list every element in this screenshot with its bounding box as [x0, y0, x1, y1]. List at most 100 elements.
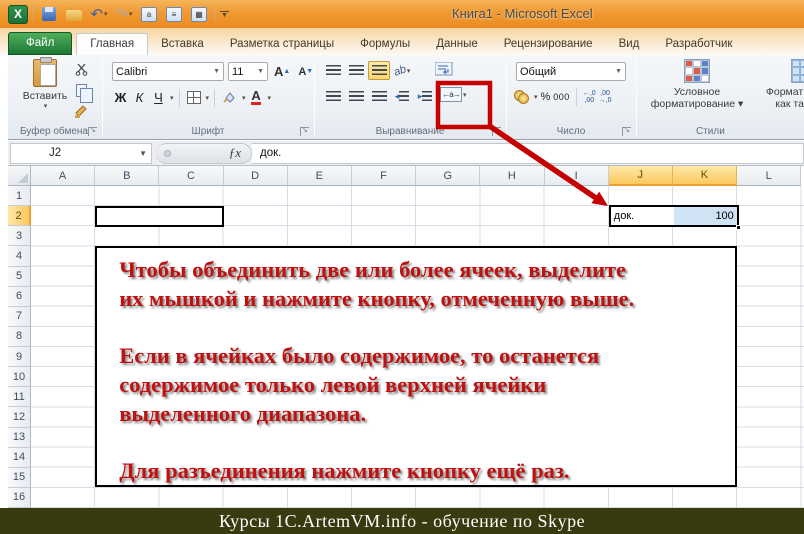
increase-indent-button[interactable]: ▸ — [414, 87, 436, 106]
excel-logo-icon[interactable]: X — [8, 4, 28, 24]
align-bottom-button[interactable] — [368, 61, 390, 80]
number-format-combo[interactable]: Общий ▼ — [516, 62, 626, 81]
percent-style-button[interactable]: % — [541, 91, 551, 103]
borders-button[interactable] — [185, 88, 203, 107]
shrink-font-button[interactable]: A ▼ — [296, 62, 315, 81]
row-header-10[interactable]: 10 — [8, 367, 31, 388]
decrease-indent-button[interactable]: ◂ — [391, 87, 413, 106]
accounting-format-icon[interactable] — [514, 90, 530, 104]
insert-function-button[interactable]: ƒx — [229, 145, 241, 161]
save-button[interactable] — [39, 5, 59, 24]
column-header-B[interactable]: B — [95, 166, 160, 186]
column-header-G[interactable]: G — [416, 166, 481, 186]
row-header-16[interactable]: 16 — [8, 487, 31, 508]
fill-color-button[interactable] — [220, 88, 239, 107]
fill-color-dropdown-icon[interactable]: ▾ — [242, 94, 246, 102]
font-size-combo[interactable]: 11 ▼ — [228, 62, 268, 81]
font-color-dropdown-icon[interactable]: ▾ — [268, 94, 272, 102]
row-header-4[interactable]: 4 — [8, 246, 31, 267]
qat-custom-button-1[interactable]: a — [139, 5, 159, 24]
align-middle-button[interactable] — [345, 61, 367, 80]
tab-page-layout[interactable]: Разметка страницы — [217, 34, 347, 55]
merge-center-button[interactable]: ←a→ ▾ — [440, 87, 467, 102]
row-header-9[interactable]: 9 — [8, 347, 31, 368]
cell-k2[interactable]: 100 — [673, 207, 737, 226]
align-center-button[interactable] — [345, 87, 367, 106]
column-header-K[interactable]: K — [672, 166, 738, 186]
qat-customize-button[interactable]: ▼ — [220, 10, 229, 19]
font-dialog-launcher[interactable] — [300, 126, 309, 136]
orientation-button[interactable]: ab ▾ — [391, 61, 413, 80]
cell-grid[interactable]: Чтобы объединить две или более ячеек, вы… — [31, 186, 804, 508]
row-header-11[interactable]: 11 — [8, 387, 31, 408]
align-top-button[interactable] — [322, 61, 344, 80]
decrease-decimal-button[interactable]: ,00 →,0 — [599, 90, 612, 104]
selection-j2-k2[interactable]: док. 100 — [608, 205, 739, 228]
copy-button[interactable] — [70, 82, 93, 103]
column-header-H[interactable]: H — [480, 166, 545, 186]
column-header-J[interactable]: J — [608, 166, 673, 186]
column-header-I[interactable]: I — [544, 166, 609, 186]
redo-dropdown-icon[interactable]: ▾ — [129, 10, 133, 18]
paste-button[interactable]: Вставить ▾ — [22, 57, 68, 121]
row-header-7[interactable]: 7 — [8, 306, 31, 327]
row-header-8[interactable]: 8 — [8, 326, 31, 347]
column-header-F[interactable]: F — [351, 166, 417, 186]
underline-dropdown-icon[interactable]: ▾ — [170, 94, 174, 102]
tab-home[interactable]: Главная — [76, 33, 149, 55]
open-button[interactable] — [64, 5, 84, 24]
grow-font-button[interactable]: A ▲ — [272, 62, 292, 81]
cut-button[interactable] — [70, 61, 92, 78]
row-header-13[interactable]: 13 — [8, 427, 31, 448]
column-header-A[interactable]: A — [31, 166, 96, 186]
row-header-2[interactable]: 2 — [8, 206, 31, 227]
font-family-combo[interactable]: Calibri ▼ — [112, 62, 224, 81]
formula-input[interactable]: док. — [252, 142, 804, 164]
tab-view[interactable]: Вид — [606, 34, 653, 55]
clipboard-dialog-launcher[interactable] — [88, 126, 97, 136]
cell-j2[interactable]: док. — [610, 207, 674, 226]
undo-button[interactable]: ↶ ▾ — [89, 5, 109, 24]
increase-decimal-button[interactable]: ←,0 ,00 — [583, 90, 596, 104]
undo-dropdown-icon[interactable]: ▾ — [104, 10, 108, 18]
row-header-14[interactable]: 14 — [8, 447, 31, 468]
conditional-formatting-button[interactable]: Условное форматирование ▾ — [646, 59, 748, 110]
column-header-C[interactable]: C — [159, 166, 224, 186]
alignment-dialog-launcher[interactable] — [492, 126, 501, 136]
italic-button[interactable]: К — [131, 88, 148, 107]
redo-button[interactable]: ↷ ▾ — [114, 5, 134, 24]
qat-custom-button-2[interactable]: ≡ — [164, 5, 184, 24]
row-header-6[interactable]: 6 — [8, 286, 31, 307]
row-header-15[interactable]: 15 — [8, 467, 31, 488]
format-as-table-button[interactable]: Форматировать как таблицу — [754, 59, 804, 110]
number-dialog-launcher[interactable] — [622, 126, 631, 136]
merged-cell-demo-b2[interactable] — [95, 206, 224, 228]
tab-review[interactable]: Рецензирование — [491, 34, 606, 55]
qat-custom-button-3[interactable]: ▦ — [189, 5, 209, 24]
name-box[interactable]: J2 ▼ — [10, 142, 152, 164]
font-color-button[interactable]: А — [248, 88, 265, 107]
accounting-dropdown-icon[interactable]: ▾ — [534, 93, 538, 101]
paste-dropdown-icon[interactable]: ▾ — [44, 102, 48, 110]
tab-insert[interactable]: Вставка — [148, 34, 217, 55]
tab-file[interactable]: Файл — [8, 32, 73, 55]
row-header-1[interactable]: 1 — [8, 186, 31, 207]
chevron-down-icon[interactable]: ▼ — [139, 149, 147, 158]
bold-button[interactable]: Ж — [112, 88, 129, 107]
align-left-button[interactable] — [322, 87, 344, 106]
column-header-L[interactable]: L — [737, 166, 802, 186]
column-header-D[interactable]: D — [223, 166, 288, 186]
tab-developer[interactable]: Разработчик — [652, 34, 745, 55]
underline-button[interactable]: Ч — [150, 88, 167, 107]
fill-handle[interactable] — [736, 225, 741, 230]
format-painter-button[interactable] — [70, 103, 92, 120]
tab-formulas[interactable]: Формулы — [347, 34, 423, 55]
column-header-E[interactable]: E — [287, 166, 352, 186]
wrap-text-button[interactable] — [432, 59, 456, 79]
tab-data[interactable]: Данные — [423, 34, 491, 55]
merge-dropdown-icon[interactable]: ▾ — [463, 91, 467, 99]
row-header-12[interactable]: 12 — [8, 407, 31, 428]
row-header-5[interactable]: 5 — [8, 266, 31, 287]
comma-style-button[interactable]: 000 — [553, 92, 570, 102]
select-all-corner[interactable] — [8, 166, 31, 186]
